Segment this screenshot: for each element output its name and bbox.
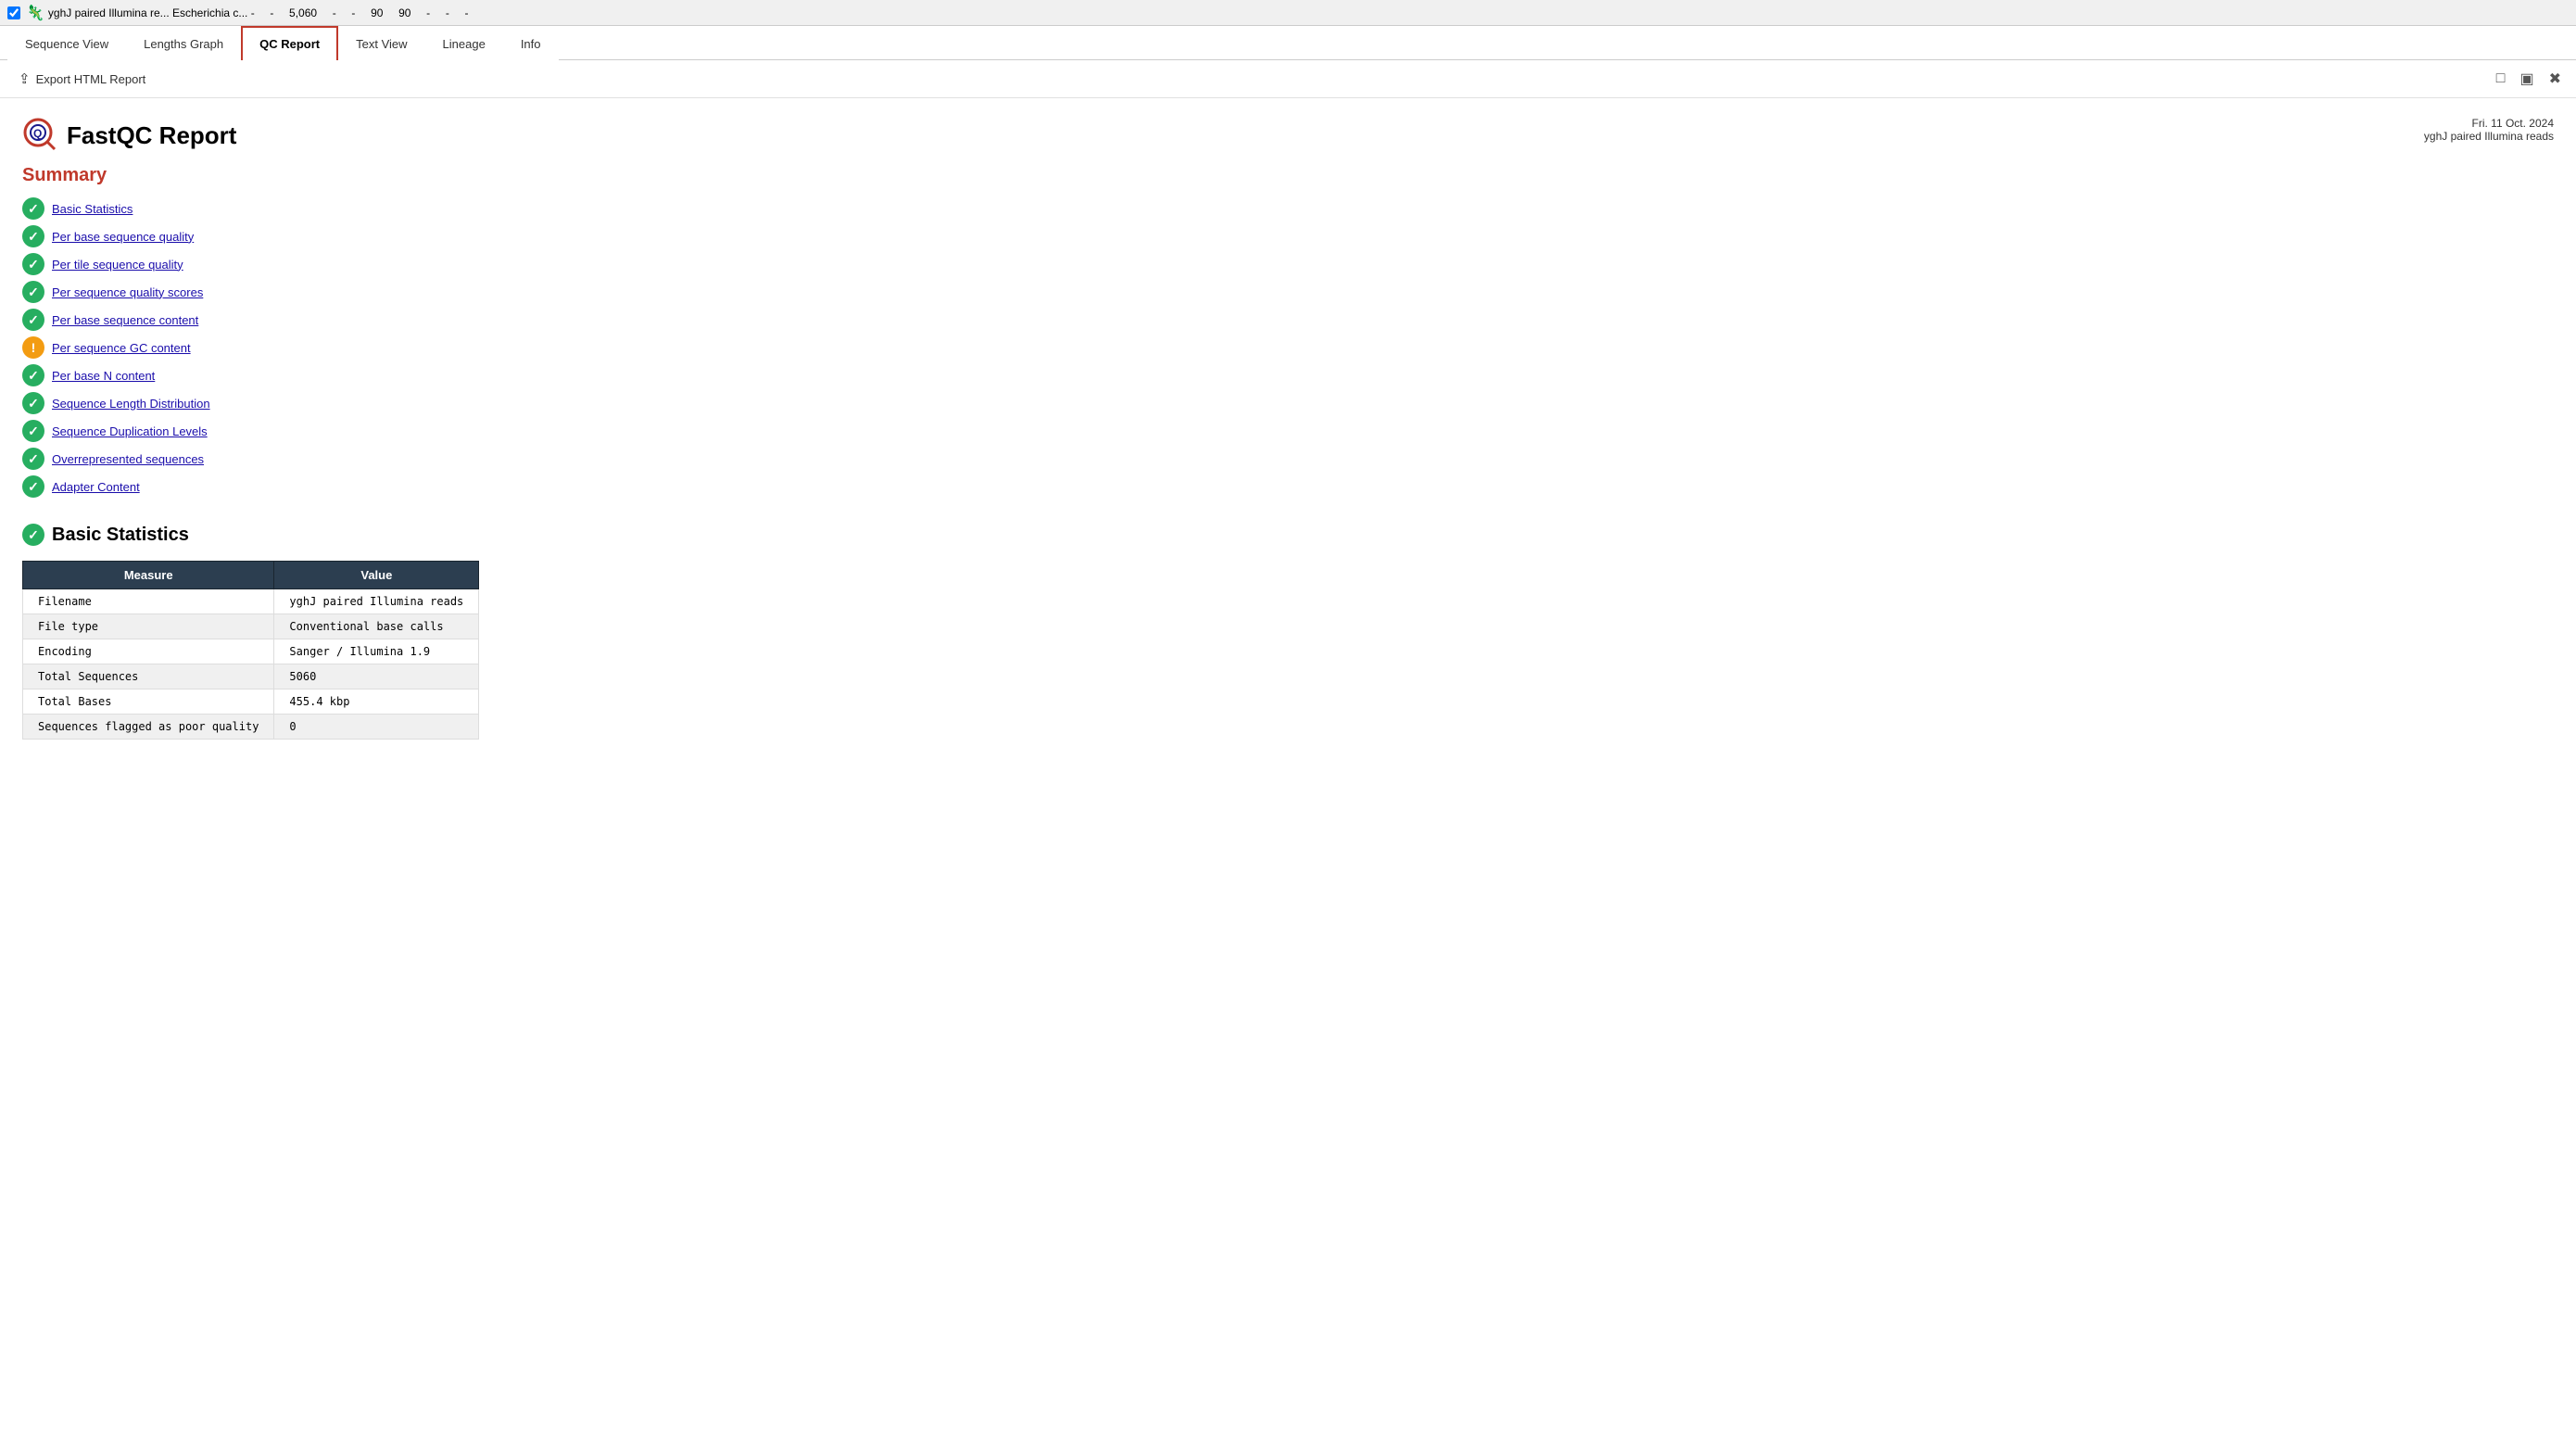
summary-item-adapter-content: ✓ Adapter Content [22, 475, 2554, 498]
report-sample: yghJ paired Illumina reads [2424, 130, 2554, 143]
col-header-value: Value [274, 562, 479, 589]
summary-item-per-sequence-gc-content: ! Per sequence GC content [22, 336, 2554, 359]
measure-cell: Sequences flagged as poor quality [23, 715, 274, 740]
summary-item-sequence-length-distribution: ✓ Sequence Length Distribution [22, 392, 2554, 414]
summary-item-basic-statistics: ✓ Basic Statistics [22, 197, 2554, 220]
toolbar-right: □ ▣ ✖ [2493, 66, 2565, 92]
per-base-n-content-status-icon: ✓ [22, 364, 44, 386]
summary-item-overrepresented-sequences: ✓ Overrepresented sequences [22, 448, 2554, 470]
col1: - [270, 6, 273, 19]
summary-item-per-base-n-content: ✓ Per base N content [22, 364, 2554, 386]
col4: - [351, 6, 355, 19]
value-cell: Sanger / Illumina 1.9 [274, 639, 479, 664]
export-icon: ⇪ [19, 70, 31, 87]
summary-item-per-tile-sequence-quality: ✓ Per tile sequence quality [22, 253, 2554, 275]
per-base-sequence-content-status-icon: ✓ [22, 309, 44, 331]
per-base-n-content-link[interactable]: Per base N content [52, 369, 155, 383]
tab-sequence-view[interactable]: Sequence View [7, 27, 126, 60]
summary-list: ✓ Basic Statistics ✓ Per base sequence qual… [22, 197, 2554, 498]
tab-info[interactable]: Info [503, 27, 559, 60]
measure-cell: Filename [23, 589, 274, 614]
report-title: FastQC Report [67, 121, 236, 150]
window-icon-2[interactable]: ▣ [2516, 66, 2537, 92]
overrepresented-sequences-link[interactable]: Overrepresented sequences [52, 452, 204, 466]
export-html-button[interactable]: ⇪ Export HTML Report [11, 67, 153, 91]
tab-title: yghJ paired Illumina re... [48, 6, 170, 19]
value-cell: yghJ paired Illumina reads [274, 589, 479, 614]
per-base-sequence-quality-status-icon: ✓ [22, 225, 44, 247]
svg-text:Q: Q [33, 127, 42, 140]
main-content: Q FastQC Report Fri. 11 Oct. 2024 yghJ p… [0, 98, 2576, 1442]
table-row: Total Sequences5060 [23, 664, 479, 690]
tab-subtitle: Escherichia c... - [172, 6, 255, 19]
value-cell: 0 [274, 715, 479, 740]
summary-title: Summary [22, 165, 2554, 186]
sequence-duplication-levels-status-icon: ✓ [22, 420, 44, 442]
col2: 5,060 [289, 6, 317, 19]
col7: - [426, 6, 430, 19]
overrepresented-sequences-status-icon: ✓ [22, 448, 44, 470]
basic-statistics-title: Basic Statistics [52, 525, 189, 546]
top-bar: 🦎 yghJ paired Illumina re... Escherichia… [0, 0, 2576, 26]
value-cell: 5060 [274, 664, 479, 690]
measure-cell: Encoding [23, 639, 274, 664]
value-cell: 455.4 kbp [274, 690, 479, 715]
per-sequence-gc-content-status-icon: ! [22, 336, 44, 359]
per-base-sequence-quality-link[interactable]: Per base sequence quality [52, 230, 194, 244]
summary-item-per-base-sequence-content: ✓ Per base sequence content [22, 309, 2554, 331]
col6: 90 [398, 6, 410, 19]
summary-item-per-sequence-quality-scores: ✓ Per sequence quality scores [22, 281, 2554, 303]
table-row: EncodingSanger / Illumina 1.9 [23, 639, 479, 664]
basic-statistics-table: Measure Value FilenameyghJ paired Illumi… [22, 561, 479, 740]
tab-text-view[interactable]: Text View [338, 27, 424, 60]
col5: 90 [371, 6, 383, 19]
per-sequence-gc-content-link[interactable]: Per sequence GC content [52, 341, 191, 355]
sequence-length-distribution-link[interactable]: Sequence Length Distribution [52, 397, 210, 411]
measure-cell: Total Bases [23, 690, 274, 715]
measure-cell: File type [23, 614, 274, 639]
report-meta: Fri. 11 Oct. 2024 yghJ paired Illumina r… [2424, 117, 2554, 143]
basic-statistics-status-icon: ✓ [22, 197, 44, 220]
measure-cell: Total Sequences [23, 664, 274, 690]
summary-item-per-base-sequence-quality: ✓ Per base sequence quality [22, 225, 2554, 247]
per-sequence-quality-scores-status-icon: ✓ [22, 281, 44, 303]
tab-lengths-graph[interactable]: Lengths Graph [126, 27, 241, 60]
tab-lineage[interactable]: Lineage [425, 27, 503, 60]
table-row: FilenameyghJ paired Illumina reads [23, 589, 479, 614]
window-icon-3[interactable]: ✖ [2545, 66, 2565, 92]
per-base-sequence-content-link[interactable]: Per base sequence content [52, 313, 198, 327]
tab-qc-report[interactable]: QC Report [241, 26, 338, 60]
sequence-length-distribution-status-icon: ✓ [22, 392, 44, 414]
col-header-measure: Measure [23, 562, 274, 589]
fastqc-header: Q FastQC Report [22, 117, 236, 154]
col9: - [465, 6, 469, 19]
adapter-content-link[interactable]: Adapter Content [52, 480, 140, 494]
per-tile-sequence-quality-link[interactable]: Per tile sequence quality [52, 258, 183, 272]
window-icon-1[interactable]: □ [2493, 66, 2509, 92]
basic-statistics-link[interactable]: Basic Statistics [52, 202, 133, 216]
sequence-duplication-levels-link[interactable]: Sequence Duplication Levels [52, 424, 208, 438]
adapter-content-status-icon: ✓ [22, 475, 44, 498]
per-sequence-quality-scores-link[interactable]: Per sequence quality scores [52, 285, 203, 299]
toolbar: ⇪ Export HTML Report □ ▣ ✖ [0, 60, 2576, 98]
row-checkbox[interactable] [7, 6, 20, 19]
nav-tabs: Sequence View Lengths Graph QC Report Te… [0, 26, 2576, 60]
basic-statistics-header: ✓ Basic Statistics [22, 524, 2554, 546]
col3: - [333, 6, 336, 19]
col8: - [446, 6, 449, 19]
fastqc-logo-icon: Q [22, 117, 59, 154]
table-row: Total Bases455.4 kbp [23, 690, 479, 715]
favicon-icon: 🦎 [26, 4, 44, 22]
value-cell: Conventional base calls [274, 614, 479, 639]
summary-item-sequence-duplication-levels: ✓ Sequence Duplication Levels [22, 420, 2554, 442]
table-row: File typeConventional base calls [23, 614, 479, 639]
table-row: Sequences flagged as poor quality0 [23, 715, 479, 740]
per-tile-sequence-quality-status-icon: ✓ [22, 253, 44, 275]
basic-stats-status-icon: ✓ [22, 524, 44, 546]
report-date: Fri. 11 Oct. 2024 [2424, 117, 2554, 130]
export-label: Export HTML Report [36, 72, 146, 86]
